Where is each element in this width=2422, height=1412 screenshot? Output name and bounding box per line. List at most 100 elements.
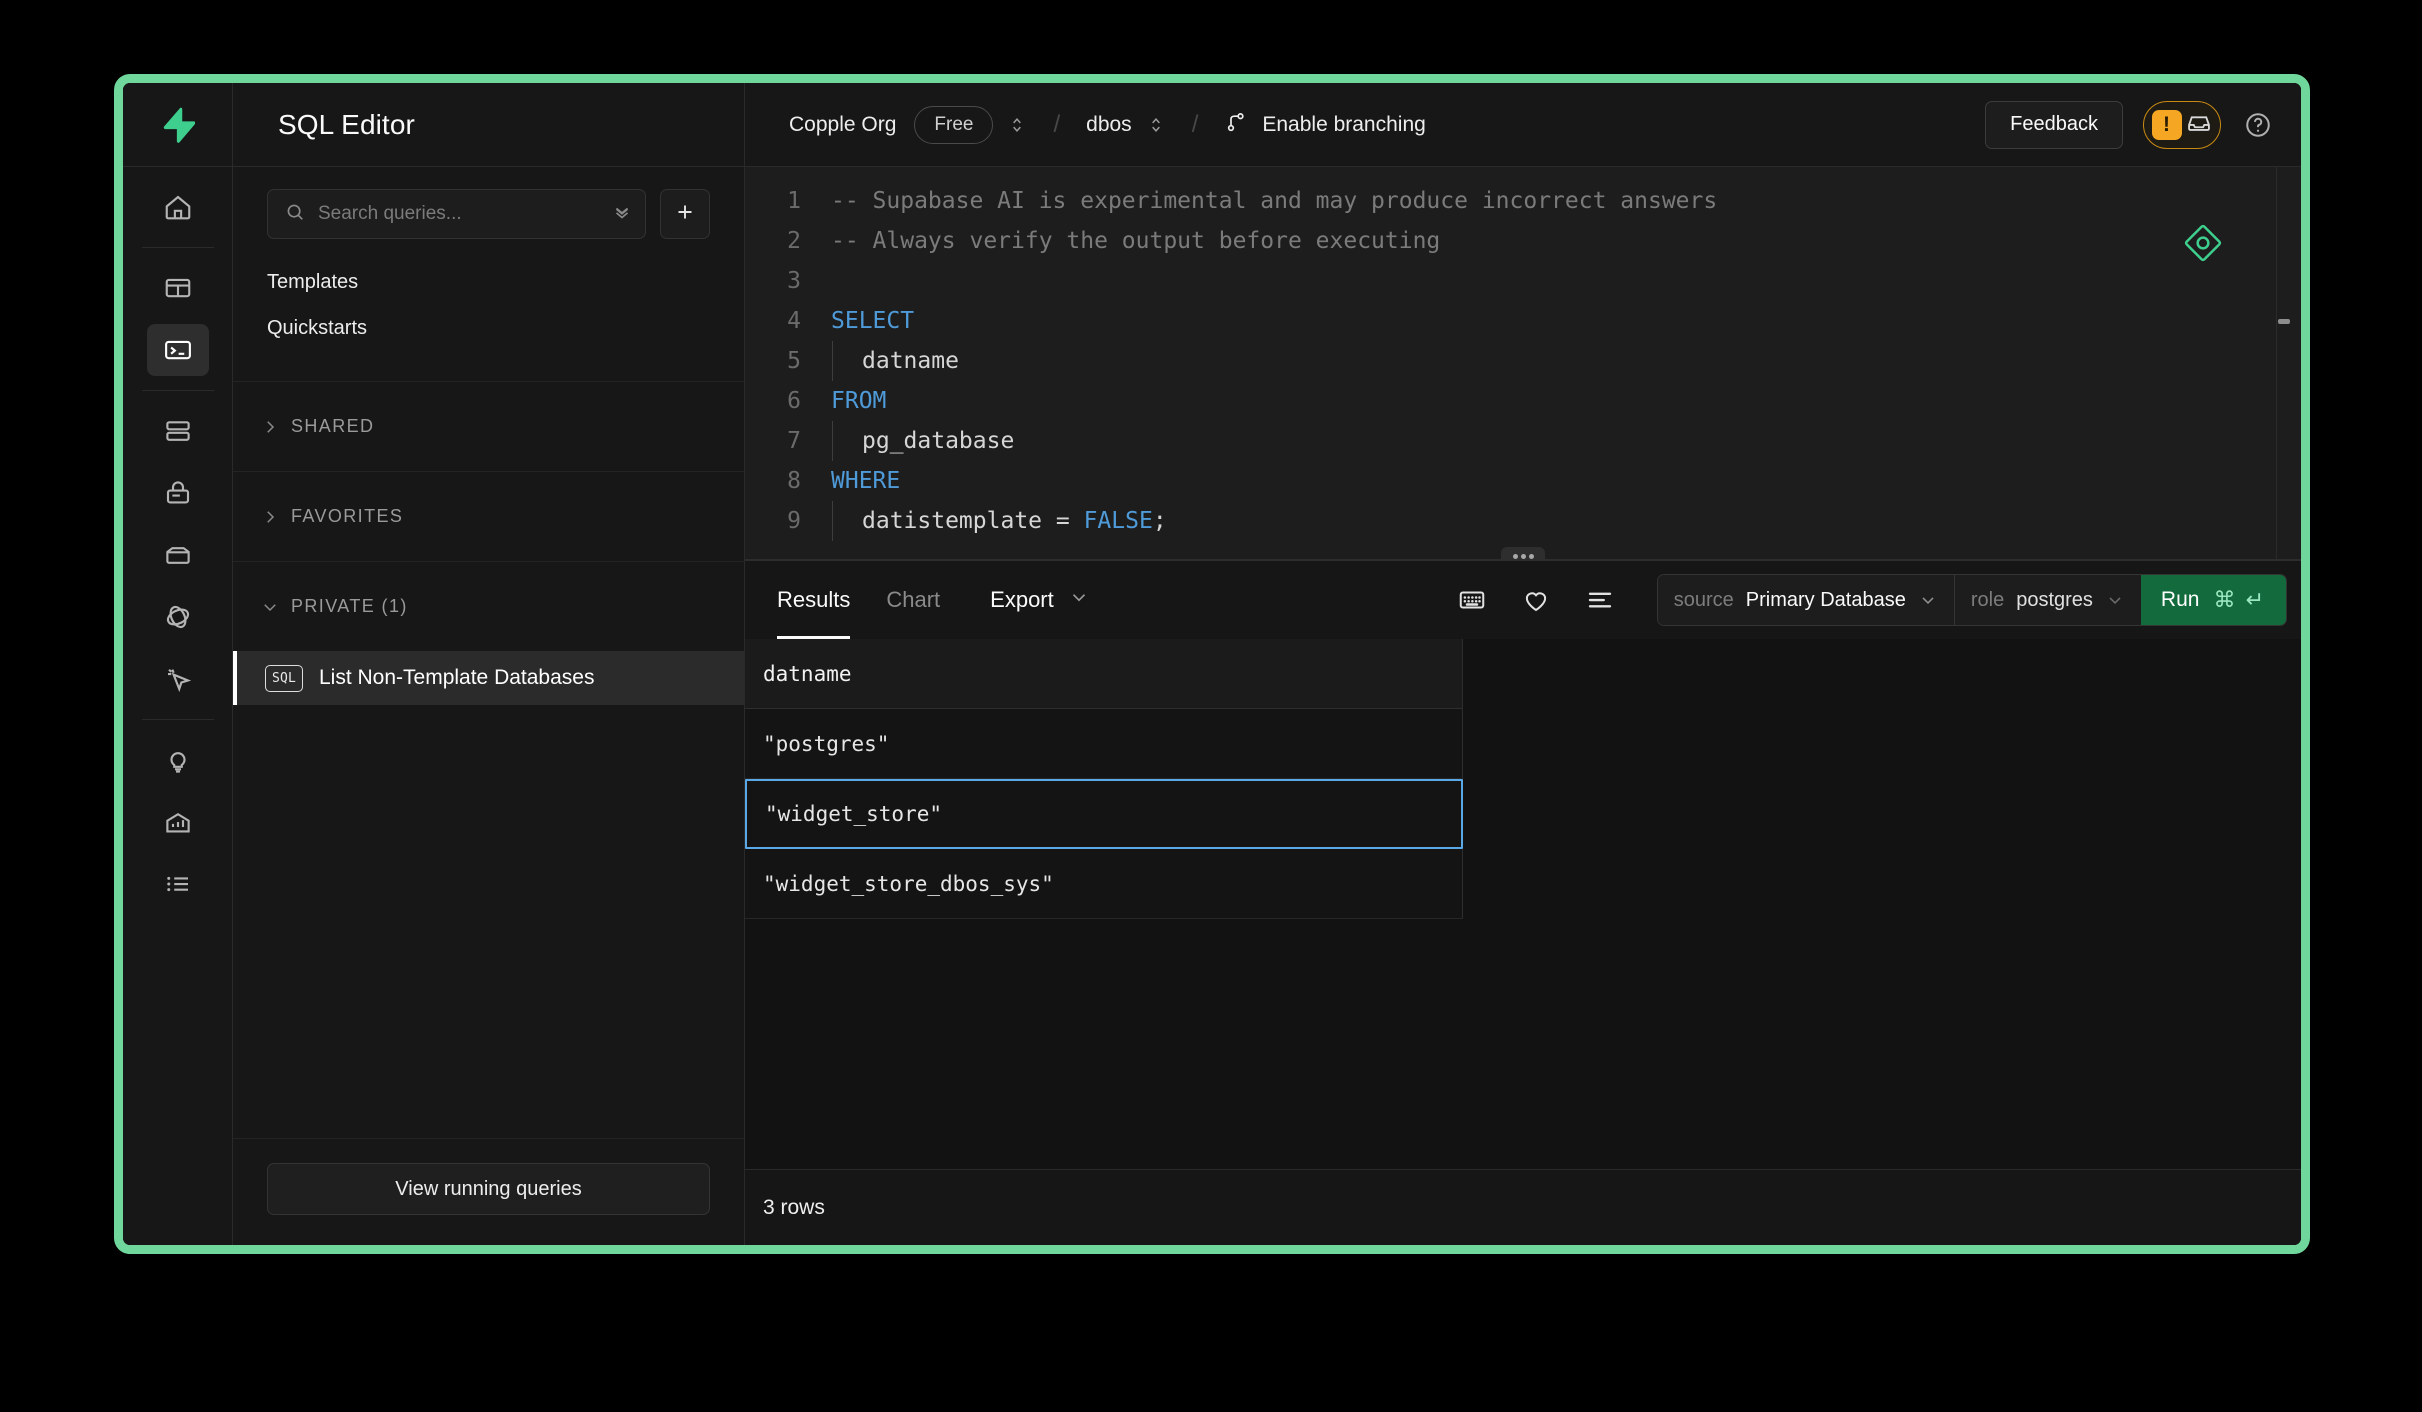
sidebar-item-templates[interactable]: Templates [233,259,744,305]
plus-icon [673,200,697,229]
export-button[interactable]: Export [990,586,1090,614]
line-number: 4 [745,301,831,341]
tab-results[interactable]: Results [759,561,868,639]
help-button[interactable] [2243,110,2273,140]
plan-badge[interactable]: Free [914,106,993,144]
sidebar-item-realtime[interactable] [147,653,209,705]
source-selector[interactable]: source Primary Database [1658,574,1954,626]
sidebar-item-storage[interactable] [147,529,209,581]
chevron-right-icon [261,418,279,436]
results-grid: datname "postgres" "widget_store" "widge… [745,639,2301,1169]
search-input[interactable]: Search queries... [267,189,646,239]
rail-group-editors [123,248,232,390]
scroll-thumb[interactable] [2278,319,2290,324]
chevrons-down-icon[interactable] [611,201,633,228]
tab-chart[interactable]: Chart [868,561,958,639]
chevron-down-icon [2105,590,2125,610]
section-favorites[interactable]: FAVORITES [233,471,744,561]
sidebar-item-database[interactable] [147,405,209,457]
view-running-queries-button[interactable]: View running queries [267,1163,710,1215]
rail-group-observability [123,720,232,924]
table-row[interactable]: "widget_store_dbos_sys" [745,849,1463,919]
column-header[interactable]: datname [745,639,1463,709]
search-icon [284,201,306,228]
supabase-ai-diamond-icon[interactable] [2183,223,2223,268]
line-number: 6 [745,381,831,421]
line-number: 3 [745,261,831,301]
line-number: 9 [745,501,831,541]
query-name: List Non-Template Databases [319,666,594,690]
breadcrumb-project[interactable]: dbos [1086,113,1132,137]
code-text: -- Always verify the output before execu… [831,221,1440,261]
line-number: 2 [745,221,831,261]
sidebar-item-auth[interactable] [147,467,209,519]
warning-icon: ! [2152,110,2182,140]
sql-editor-sidebar: SQL Editor Search queries... [233,83,745,1245]
sidebar-item-reports[interactable] [147,796,209,848]
sidebar-item-home[interactable] [147,181,209,233]
code-content[interactable]: 1 -- Supabase AI is experimental and may… [745,167,2301,541]
source-value: Primary Database [1746,589,1906,612]
column-header-label: datname [763,662,852,686]
sidebar-item-advisors[interactable] [147,734,209,786]
org-switcher-icon[interactable] [1007,115,1027,135]
code-line: 9 datistemplate = FALSE; [745,501,2301,541]
templates-label: Templates [267,271,358,293]
code-text: datistemplate = [862,508,1084,534]
code-text: datname [832,341,959,381]
sql-code-editor[interactable]: 1 -- Supabase AI is experimental and may… [745,167,2301,559]
new-query-button[interactable] [660,189,710,239]
breadcrumb-separator: / [1192,111,1199,139]
project-switcher-icon[interactable] [1146,115,1166,135]
code-line: 2 -- Always verify the output before exe… [745,221,2301,261]
enable-branching-label: Enable branching [1262,113,1425,137]
cell-datname: "widget_store" [765,802,942,826]
inbox-icon [2185,108,2213,141]
role-selector[interactable]: role postgres [1954,574,2141,626]
code-line: 4 SELECT [745,301,2301,341]
section-private[interactable]: PRIVATE (1) [233,561,744,651]
code-keyword: FALSE [1084,508,1153,534]
keyboard-icon[interactable] [1457,585,1487,615]
line-number: 5 [745,341,831,381]
table-row[interactable]: "widget_store" [745,779,1463,849]
sidebar-item-logs[interactable] [147,858,209,910]
code-text: SELECT [831,301,914,341]
list-item[interactable]: SQL List Non-Template Databases [233,651,744,705]
sidebar-filler [233,705,744,1138]
code-line: 7 pg_database [745,421,2301,461]
editor-scrollbar[interactable] [2278,167,2290,559]
line-number: 1 [745,181,831,221]
table-row[interactable]: "postgres" [745,709,1463,779]
sidebar-footer: View running queries [233,1138,744,1245]
tab-chart-label: Chart [886,587,940,613]
code-text: -- Supabase AI is experimental and may p… [831,181,1717,221]
results-row-count: 3 rows [745,1169,2301,1245]
view-running-queries-label: View running queries [395,1178,581,1201]
spacer [233,351,744,381]
feedback-button[interactable]: Feedback [1985,101,2123,149]
cell-datname: "postgres" [763,732,889,756]
rail-group-primary [123,167,232,247]
source-label: source [1674,589,1734,612]
code-text: ; [1153,508,1167,534]
supabase-logo[interactable] [123,83,232,167]
sidebar-item-quickstarts[interactable]: Quickstarts [233,305,744,351]
section-shared[interactable]: SHARED [233,381,744,471]
sidebar-item-sql-editor[interactable] [147,324,209,376]
enable-branching-button[interactable]: Enable branching [1224,110,1425,140]
breadcrumb-separator: / [1053,111,1060,139]
notifications-button[interactable]: ! [2143,101,2221,149]
grid-columns: datname "postgres" "widget_store" "widge… [745,639,1463,919]
sidebar-item-edge-functions[interactable] [147,591,209,643]
primary-nav-rail [123,83,233,1245]
heart-icon[interactable] [1521,585,1551,615]
sidebar-item-table-editor[interactable] [147,262,209,314]
main-content: Copple Org Free / dbos / Enable branchin… [745,83,2301,1245]
section-label: PRIVATE (1) [291,596,408,617]
breadcrumb-org[interactable]: Copple Org [789,113,896,137]
app-window: SQL Editor Search queries... [114,74,2310,1254]
run-button[interactable]: Run ⌘ ↵ [2141,574,2286,626]
align-left-icon[interactable] [1585,585,1615,615]
code-text: WHERE [831,461,900,501]
